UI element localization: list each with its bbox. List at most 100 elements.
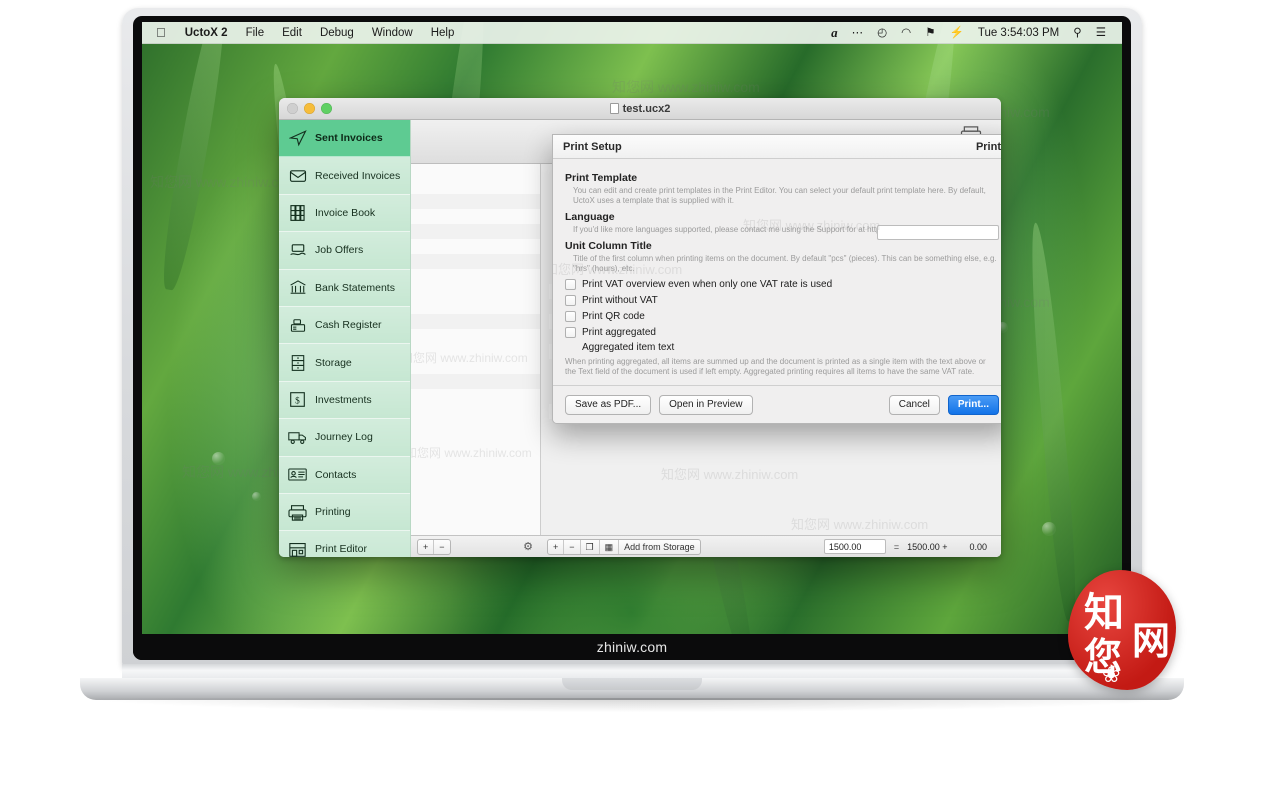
open-in-preview-button[interactable]: Open in Preview (659, 394, 753, 415)
print-button[interactable]: Print... (947, 394, 999, 415)
document-icon (609, 103, 619, 114)
aggregated-item-text-input[interactable] (877, 225, 999, 240)
sidebar-item-sent-invoices[interactable]: Sent Invoices (279, 120, 410, 158)
sidebar-item-contacts[interactable]: Contacts (279, 456, 410, 494)
menu-item-debug[interactable]: Debug (311, 22, 363, 44)
total-input[interactable]: 1500.00 (823, 539, 886, 554)
seal-flourish: ❀ (1102, 663, 1121, 688)
app-window: test.ucx2 Sent Invoices Received Invoice… (279, 98, 1001, 557)
sidebar-item-journey-log[interactable]: Journey Log (279, 419, 410, 457)
sidebar-label: Investments (315, 393, 372, 406)
list-bottom-bar[interactable]: + − ⚙ (411, 535, 541, 557)
sidebar[interactable]: Sent Invoices Received Invoices Invoice … (279, 120, 411, 557)
checkbox-box[interactable] (565, 327, 576, 338)
search-icon[interactable]: ⚲ (1066, 22, 1088, 44)
sidebar-item-cash-register[interactable]: Cash Register (279, 306, 410, 345)
sidebar-item-bank-statements[interactable]: Bank Statements (279, 269, 410, 307)
flag-icon[interactable]: ⚑ (918, 22, 942, 44)
add-from-storage-button[interactable]: Add from Storage (619, 540, 700, 554)
sidebar-label: Bank Statements (315, 281, 395, 294)
sidebar-item-storage[interactable]: Storage (279, 344, 410, 382)
checkbox-print-without-vat[interactable]: Print without VAT (565, 295, 999, 306)
menu-item-help[interactable]: Help (422, 22, 464, 44)
laptop-brand-label: zhiniw.com (133, 634, 1131, 660)
item-actions-segment[interactable]: + − ❐ ▦ Add from Storage (547, 538, 701, 555)
sidebar-label: Invoice Book (315, 206, 376, 219)
invoice-list-pane[interactable]: 知您网 www.zhiniw.com 知您网 www.zhiniw.com + … (411, 164, 541, 557)
sheet-title: Print Setup (563, 140, 622, 153)
cash-register-icon (288, 316, 307, 335)
paper-plane-icon (288, 129, 307, 148)
sheet-footer: Save as PDF... Open in Preview Cancel Pr… (553, 385, 1001, 423)
cancel-button[interactable]: Cancel (888, 394, 940, 415)
items-bottom-bar[interactable]: + − ❐ ▦ Add from Storage 1500.00 = 1500.… (541, 535, 1001, 557)
checkbox-label: Print QR code (582, 311, 645, 322)
save-as-pdf-button[interactable]: Save as PDF... (565, 394, 652, 415)
sheet-header-right: Print (975, 140, 1001, 153)
clock-icon[interactable]: ◴ (870, 22, 894, 44)
watermark: 知您网 www.zhiniw.com (411, 446, 532, 460)
list-row[interactable] (411, 194, 540, 209)
sidebar-item-received-invoices[interactable]: Received Invoices (279, 157, 410, 195)
gear-icon[interactable]: ⚙ (523, 540, 541, 553)
sidebar-label: Cash Register (315, 319, 382, 332)
drawers-icon (288, 353, 307, 372)
print-setup-sheet: Print Setup Print Print Template You can… (552, 134, 1001, 424)
list-add-remove-segment[interactable]: + − (417, 538, 451, 555)
clock-text[interactable]: Tue 3:54:03 PM (971, 22, 1066, 44)
duplicate-item-button[interactable]: ❐ (581, 539, 600, 554)
content-area: Print... 知您网 www.zhiniw.com 知您网 www.zhin… (411, 120, 1001, 557)
watermark: 知您网 www.zhiniw.com (661, 467, 799, 482)
sidebar-item-invoice-book[interactable]: Invoice Book (279, 194, 410, 233)
sidebar-label: Contacts (315, 468, 357, 481)
window-titlebar[interactable]: test.ucx2 (279, 98, 1001, 120)
menu-item-edit[interactable]: Edit (273, 22, 311, 44)
dots-icon[interactable]: ⋯ (845, 22, 871, 44)
notification-center-icon[interactable]: ☰ (1089, 22, 1113, 44)
sidebar-label: Print Editor (315, 543, 367, 556)
checkbox-print-qr-code[interactable]: Print QR code (565, 311, 999, 322)
checkbox-box[interactable] (565, 279, 576, 290)
menu-bar[interactable]:  UctoX 2 File Edit Debug Window Help a … (142, 22, 1122, 44)
section-heading-language: Language (565, 211, 615, 223)
handshake-icon (288, 241, 307, 260)
seal-char-2: 网 (1131, 619, 1170, 663)
alfred-icon[interactable]: a (824, 22, 845, 44)
sidebar-item-job-offers[interactable]: Job Offers (279, 232, 410, 270)
watermark: 知您网 www.zhiniw.com (411, 351, 528, 365)
wifi-icon[interactable]: ◠ (894, 22, 918, 44)
screenshot-root: 知您网 www.zhiniw.com 知您网 www.zhiniw.com 知您… (0, 0, 1263, 786)
menu-item-window[interactable]: Window (363, 22, 422, 44)
checkbox-box[interactable] (565, 295, 576, 306)
battery-icon[interactable]: ⚡ (943, 22, 971, 44)
add-button[interactable]: + (418, 539, 435, 554)
menu-item-uctox[interactable]: UctoX 2 (176, 22, 237, 44)
list-row[interactable] (411, 224, 540, 239)
menu-item-file[interactable]: File (237, 22, 274, 44)
list-row[interactable] (411, 314, 540, 329)
dew-drop (252, 492, 261, 501)
sidebar-item-print-editor[interactable]: Print Editor (279, 531, 410, 557)
zhiniw-seal-logo: 知 网 您 ❀ (1068, 570, 1176, 690)
checkbox-box[interactable] (565, 311, 576, 322)
checkbox-print-vat-overview[interactable]: Print VAT overview even when only one VA… (565, 279, 999, 290)
grid-icon[interactable]: ▦ (600, 539, 620, 554)
sidebar-item-printing[interactable]: Printing (279, 493, 410, 532)
add-item-button[interactable]: + (548, 539, 565, 554)
list-row[interactable] (411, 374, 540, 389)
watermark: 知您网 www.zhiniw.com (791, 517, 929, 532)
bank-icon (288, 278, 307, 297)
truck-icon (288, 428, 307, 447)
remove-item-button[interactable]: − (564, 539, 581, 554)
window-title: test.ucx2 (279, 103, 1001, 115)
sidebar-label: Sent Invoices (315, 132, 383, 145)
list-row[interactable] (411, 254, 540, 269)
remove-button[interactable]: − (434, 540, 449, 554)
apple-menu-icon[interactable]:  (142, 22, 176, 44)
checkbox-print-aggregated[interactable]: Print aggregated (565, 327, 999, 338)
menu-bar-status-area: a ⋯ ◴ ◠ ⚑ ⚡ Tue 3:54:03 PM ⚲ ☰ (824, 22, 1122, 44)
window-body: Sent Invoices Received Invoices Invoice … (279, 120, 1001, 557)
sidebar-item-investments[interactable]: $ Investments (279, 381, 410, 420)
sheet-header: Print Setup Print (553, 135, 1001, 159)
sidebar-label: Received Invoices (315, 169, 401, 182)
